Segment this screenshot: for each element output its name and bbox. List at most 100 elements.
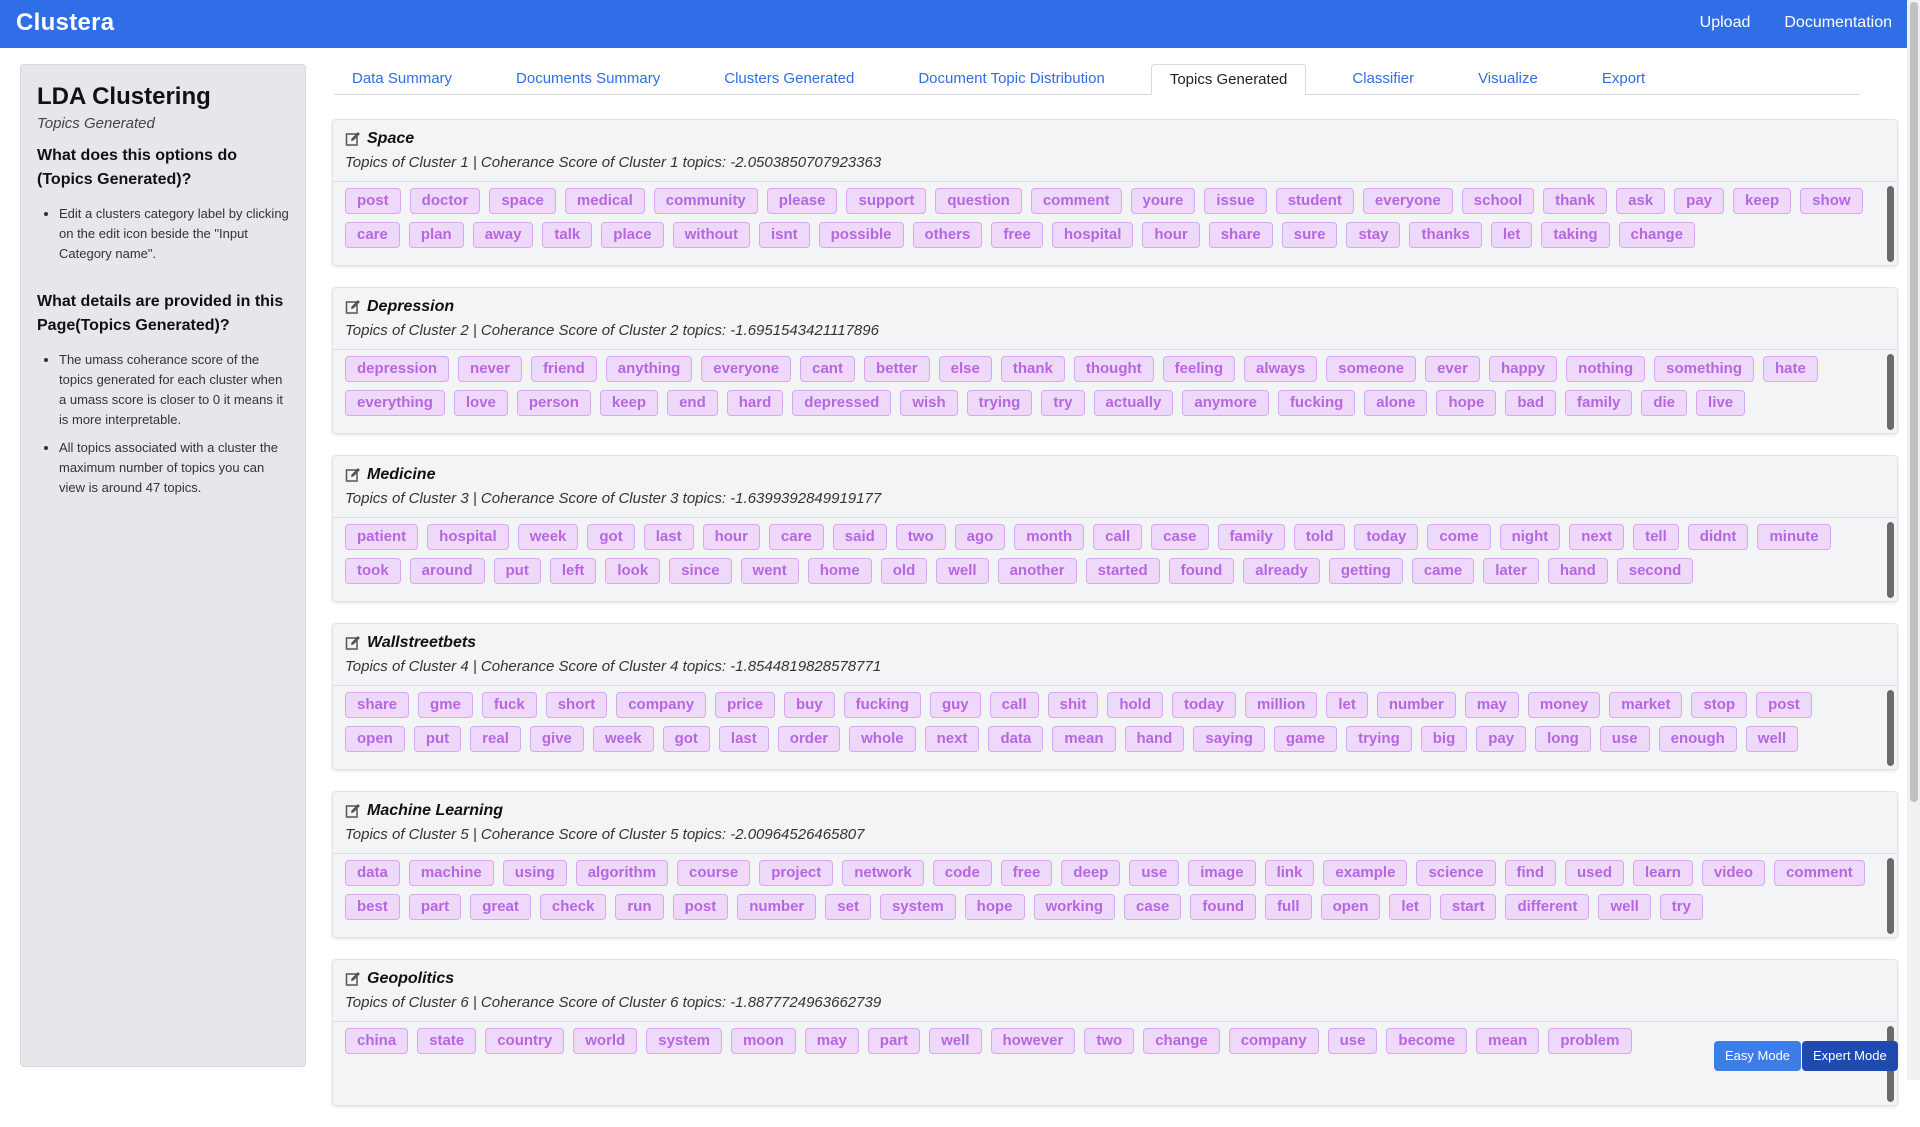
topic-chip[interactable]: stop xyxy=(1691,692,1748,718)
topic-chip[interactable]: isnt xyxy=(758,222,810,248)
edit-icon[interactable] xyxy=(345,131,361,147)
topic-chip[interactable]: hold xyxy=(1107,692,1163,718)
topic-chip[interactable]: china xyxy=(345,1028,409,1054)
topic-chip[interactable]: talk xyxy=(542,222,593,248)
topic-chip[interactable]: depressed xyxy=(792,390,892,416)
topic-chip[interactable]: possible xyxy=(818,222,904,248)
topic-chip[interactable]: fucking xyxy=(843,692,921,718)
topic-chip[interactable]: show xyxy=(1800,188,1863,214)
topic-chip[interactable]: next xyxy=(924,726,980,752)
topic-chip[interactable]: share xyxy=(345,692,410,718)
topic-chip[interactable]: data xyxy=(988,726,1044,752)
topic-chip[interactable]: patient xyxy=(345,524,419,550)
topic-chip[interactable]: never xyxy=(458,356,523,382)
topic-chip[interactable]: person xyxy=(516,390,591,416)
topic-chip[interactable]: sure xyxy=(1281,222,1338,248)
topic-chip[interactable]: hate xyxy=(1762,356,1818,382)
topic-chip[interactable]: everyone xyxy=(1362,188,1453,214)
topic-chip[interactable]: ever xyxy=(1425,356,1480,382)
topic-chip[interactable]: doctor xyxy=(409,188,481,214)
topic-chip[interactable]: number xyxy=(1376,692,1456,718)
topic-chip[interactable]: full xyxy=(1265,894,1312,920)
topic-chip[interactable]: example xyxy=(1323,860,1408,886)
topic-chip[interactable]: post xyxy=(345,188,401,214)
tab-clusters-generated[interactable]: Clusters Generated xyxy=(706,64,872,94)
easy-mode-button[interactable]: Easy Mode xyxy=(1714,1041,1802,1071)
topic-chip[interactable]: data xyxy=(345,860,400,886)
topic-chip[interactable]: always xyxy=(1244,356,1318,382)
topic-chip[interactable]: call xyxy=(989,692,1039,718)
topic-chip[interactable]: went xyxy=(740,558,799,584)
topic-chip[interactable]: well xyxy=(936,558,989,584)
topic-chip[interactable]: machine xyxy=(408,860,494,886)
topic-chip[interactable]: well xyxy=(929,1028,982,1054)
topic-chip[interactable]: night xyxy=(1499,524,1561,550)
topic-chip[interactable]: die xyxy=(1641,390,1688,416)
topic-chip[interactable]: happy xyxy=(1488,356,1558,382)
topic-chip[interactable]: others xyxy=(912,222,983,248)
topic-chip[interactable]: price xyxy=(715,692,775,718)
topic-chip[interactable]: wish xyxy=(900,390,958,416)
topic-chip[interactable]: end xyxy=(667,390,718,416)
topic-chip[interactable]: free xyxy=(1000,860,1053,886)
topic-chip[interactable]: call xyxy=(1093,524,1143,550)
topic-chip[interactable]: let xyxy=(1490,222,1533,248)
topic-chip[interactable]: country xyxy=(485,1028,565,1054)
topic-chip[interactable]: family xyxy=(1217,524,1285,550)
topic-chip[interactable]: image xyxy=(1188,860,1256,886)
topic-chip[interactable]: community xyxy=(653,188,758,214)
topic-chip[interactable]: next xyxy=(1569,524,1625,550)
tab-classifier[interactable]: Classifier xyxy=(1334,64,1432,94)
topic-chip[interactable]: working xyxy=(1033,894,1116,920)
card-scrollbar[interactable] xyxy=(1887,186,1894,262)
expert-mode-button[interactable]: Expert Mode xyxy=(1802,1041,1898,1071)
topic-chip[interactable]: free xyxy=(991,222,1043,248)
topic-chip[interactable]: using xyxy=(502,860,567,886)
topic-chip[interactable]: mean xyxy=(1476,1028,1540,1054)
topic-chip[interactable]: keep xyxy=(599,390,659,416)
topic-chip[interactable]: hand xyxy=(1124,726,1185,752)
tab-documents-summary[interactable]: Documents Summary xyxy=(498,64,678,94)
topic-chip[interactable]: tell xyxy=(1633,524,1679,550)
topic-chip[interactable]: check xyxy=(539,894,607,920)
topic-chip[interactable]: everything xyxy=(345,390,445,416)
topic-chip[interactable]: around xyxy=(409,558,485,584)
topic-chip[interactable]: algorithm xyxy=(575,860,669,886)
topic-chip[interactable]: hope xyxy=(964,894,1025,920)
topic-chip[interactable]: already xyxy=(1243,558,1320,584)
topic-chip[interactable]: project xyxy=(759,860,834,886)
nav-documentation-link[interactable]: Documentation xyxy=(1784,14,1892,32)
topic-chip[interactable]: minute xyxy=(1757,524,1831,550)
topic-chip[interactable]: deep xyxy=(1061,860,1121,886)
topic-chip[interactable]: real xyxy=(470,726,521,752)
topic-chip[interactable]: number xyxy=(737,894,817,920)
topic-chip[interactable]: however xyxy=(990,1028,1076,1054)
topic-chip[interactable]: post xyxy=(1756,692,1812,718)
topic-chip[interactable]: question xyxy=(935,188,1022,214)
topic-chip[interactable]: try xyxy=(1041,390,1085,416)
topic-chip[interactable]: hour xyxy=(702,524,760,550)
topic-chip[interactable]: feeling xyxy=(1162,356,1236,382)
topic-chip[interactable]: week xyxy=(517,524,579,550)
topic-chip[interactable]: pay xyxy=(1674,188,1725,214)
topic-chip[interactable]: left xyxy=(549,558,597,584)
topic-chip[interactable]: bad xyxy=(1505,390,1556,416)
topic-chip[interactable]: someone xyxy=(1326,356,1417,382)
topic-chip[interactable]: run xyxy=(615,894,664,920)
topic-chip[interactable]: got xyxy=(587,524,635,550)
topic-chip[interactable]: try xyxy=(1659,894,1703,920)
topic-chip[interactable]: give xyxy=(529,726,584,752)
card-scrollbar[interactable] xyxy=(1887,690,1894,766)
edit-icon[interactable] xyxy=(345,971,361,987)
topic-chip[interactable]: nothing xyxy=(1566,356,1646,382)
topic-chip[interactable]: found xyxy=(1190,894,1257,920)
topic-chip[interactable]: thanks xyxy=(1409,222,1482,248)
tab-topics-generated[interactable]: Topics Generated xyxy=(1150,64,1307,95)
topic-chip[interactable]: moon xyxy=(730,1028,796,1054)
edit-icon[interactable] xyxy=(345,635,361,651)
topic-chip[interactable]: let xyxy=(1326,692,1368,718)
topic-chip[interactable]: company xyxy=(1228,1028,1319,1054)
topic-chip[interactable]: two xyxy=(1084,1028,1135,1054)
topic-chip[interactable]: got xyxy=(662,726,710,752)
topic-chip[interactable]: care xyxy=(345,222,400,248)
